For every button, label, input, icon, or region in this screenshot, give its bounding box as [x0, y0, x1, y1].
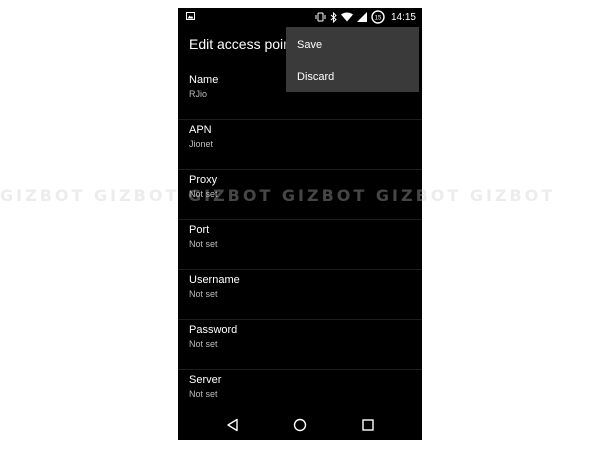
- clock: 14:15: [390, 11, 416, 23]
- back-icon[interactable]: [226, 418, 240, 432]
- signal-icon: [356, 12, 367, 22]
- setting-value: Not set: [189, 389, 218, 399]
- status-icons: 15 14:15: [315, 10, 416, 24]
- recents-icon[interactable]: [361, 418, 375, 432]
- setting-password[interactable]: Password Not set: [178, 320, 422, 370]
- setting-apn[interactable]: APN Jionet: [178, 120, 422, 170]
- setting-label: Server: [189, 374, 222, 386]
- setting-value: RJio: [189, 89, 208, 99]
- battery-icon: 15: [371, 10, 385, 24]
- setting-label: Username: [189, 274, 240, 286]
- battery-level: 15: [375, 15, 382, 21]
- navigation-bar: [178, 410, 422, 440]
- save-label: Save: [297, 39, 323, 51]
- setting-label: Password: [189, 324, 238, 336]
- setting-label: Port: [189, 224, 210, 236]
- save-menu-item[interactable]: Save: [286, 28, 419, 60]
- setting-value: Not set: [189, 339, 218, 349]
- setting-value: Jionet: [189, 139, 214, 149]
- vibrate-icon: [315, 12, 326, 22]
- setting-value: Not set: [189, 289, 218, 299]
- setting-value: Not set: [189, 239, 218, 249]
- image-icon: [186, 12, 195, 20]
- setting-label: APN: [189, 124, 212, 136]
- home-icon[interactable]: [293, 418, 307, 432]
- discard-label: Discard: [297, 71, 335, 83]
- discard-menu-item[interactable]: Discard: [286, 60, 419, 92]
- status-bar: 15 14:15: [178, 8, 422, 26]
- setting-label: Name: [189, 74, 219, 86]
- bluetooth-icon: [330, 11, 337, 23]
- page-title: Edit access poin: [189, 36, 291, 52]
- watermark: GIZBOT GIZBOT GIZBOT GIZBOT GIZBOT GIZBO…: [0, 186, 556, 205]
- apn-settings-list: Name RJio APN Jionet Proxy Not set Port …: [178, 70, 422, 419]
- overflow-menu: Save Discard: [286, 27, 419, 92]
- setting-port[interactable]: Port Not set: [178, 220, 422, 270]
- setting-label: Proxy: [189, 174, 218, 186]
- setting-username[interactable]: Username Not set: [178, 270, 422, 320]
- wifi-icon: [340, 12, 353, 22]
